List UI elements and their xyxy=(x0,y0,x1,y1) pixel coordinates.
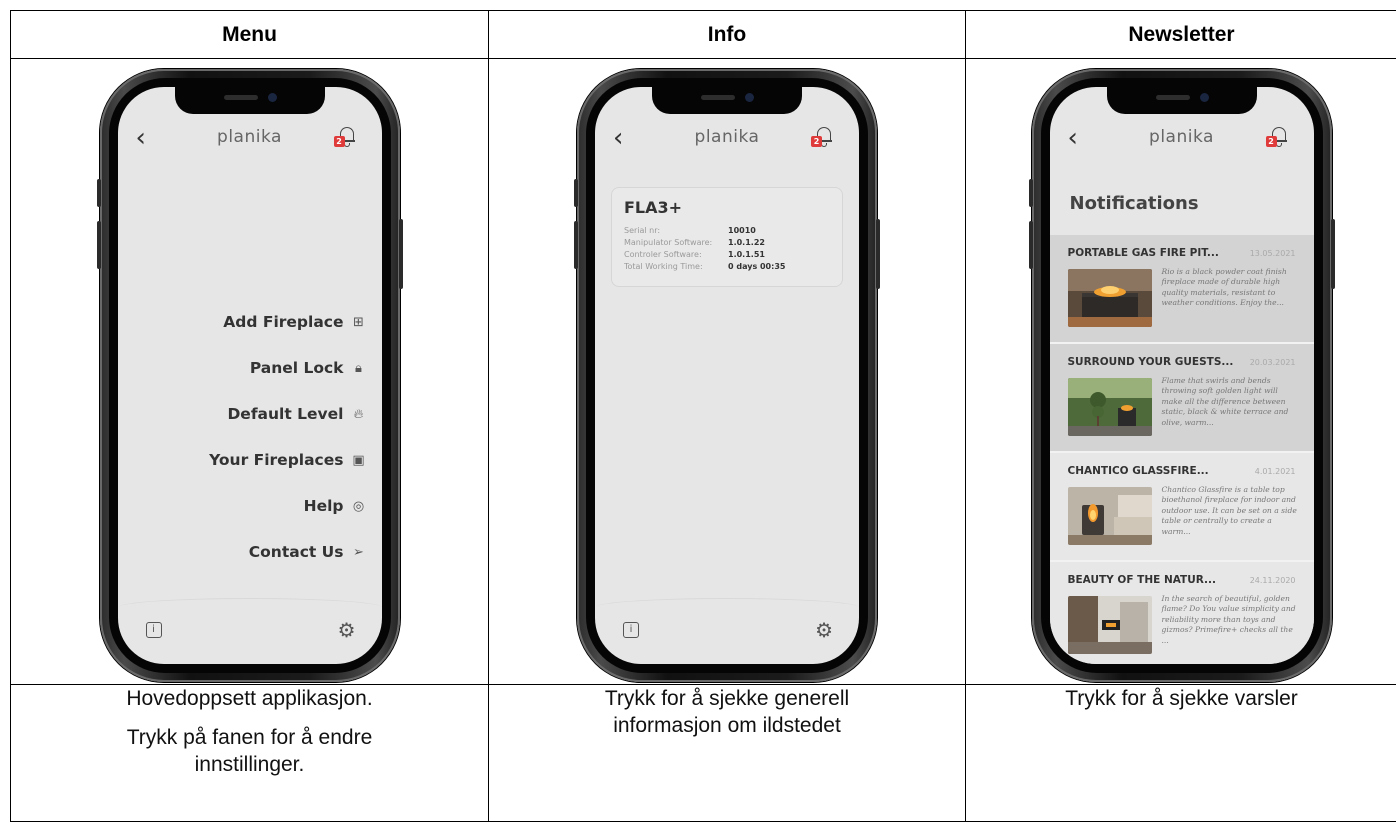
menu-item-label: Panel Lock xyxy=(249,359,344,377)
notification-thumbnail xyxy=(1067,269,1152,327)
notification-excerpt: Chantico Glassfire is a table top bioeth… xyxy=(1161,485,1297,536)
document-table: Menu Info Newsletter ‹ planika 2 Add Fir… xyxy=(10,10,1396,822)
device-model: FLA3+ xyxy=(624,198,683,217)
menu-item-label: Contact Us xyxy=(248,543,344,561)
add-box-icon: ⊞ xyxy=(353,314,364,330)
menu-item-add-fireplace[interactable]: Add Fireplace ⊞ xyxy=(209,299,365,345)
notification-item[interactable]: PORTABLE GAS FIRE PIT... 13.05.2021 Rio … xyxy=(1049,235,1314,344)
header-row: Menu Info Newsletter xyxy=(10,10,1396,59)
notifications-list: PORTABLE GAS FIRE PIT... 13.05.2021 Rio … xyxy=(1049,235,1314,664)
info-icon[interactable]: i xyxy=(145,622,162,638)
info-row-serial: Serial nr: 10010 xyxy=(624,226,756,235)
notification-excerpt: In the search of beautiful, golden flame… xyxy=(1161,594,1296,645)
menu-item-label: Add Fireplace xyxy=(223,313,344,331)
notification-excerpt: Rio is a black powder coat finish firepl… xyxy=(1161,267,1287,308)
notification-date: 4.01.2021 xyxy=(1254,467,1296,476)
notification-thumbnail xyxy=(1067,378,1152,436)
app-screen-notifications: ‹ planika 2 Notifications PORTABLE GAS F… xyxy=(1049,87,1314,664)
info-row-working-time: Total Working Time: 0 days 00:35 xyxy=(624,262,786,271)
notification-thumbnail xyxy=(1067,596,1152,654)
app-screen-menu: ‹ planika 2 Add Fireplace ⊞ Panel Lock 🔒… xyxy=(117,87,382,664)
caption-info: Trykk for å sjekke generell informasjon … xyxy=(488,684,966,822)
notifications-title: Notifications xyxy=(1069,193,1199,214)
phone-notch xyxy=(1106,87,1257,114)
notification-title: SURROUND YOUR GUESTS... xyxy=(1067,356,1234,368)
phone-side-button xyxy=(876,219,880,289)
menu-item-label: Your Fireplaces xyxy=(209,451,344,469)
column-header-newsletter: Newsletter xyxy=(965,10,1396,59)
notification-title: PORTABLE GAS FIRE PIT... xyxy=(1067,247,1219,259)
info-icon[interactable]: i xyxy=(623,622,639,638)
lock-icon: 🔒︎ xyxy=(355,360,362,376)
screens-row: ‹ planika 2 Add Fireplace ⊞ Panel Lock 🔒… xyxy=(10,58,1396,685)
notification-thumbnail xyxy=(1067,487,1152,545)
menu-list: Add Fireplace ⊞ Panel Lock 🔒︎ Default Le… xyxy=(209,299,365,575)
device-info-card: FLA3+ Serial nr: 10010 Manipulator Softwa… xyxy=(611,187,843,287)
column-header-info: Info xyxy=(488,10,966,59)
phone-side-button xyxy=(96,221,101,269)
phone-side-button xyxy=(574,179,578,207)
phone-side-button xyxy=(1330,219,1335,289)
phone-frame: ‹ planika 2 FLA3+ Serial nr: 10010 Manip… xyxy=(574,69,880,682)
notification-title: BEAUTY OF THE NATUR... xyxy=(1067,574,1217,586)
phone-frame: ‹ planika 2 Add Fireplace ⊞ Panel Lock 🔒… xyxy=(96,69,403,682)
column-header-menu: Menu xyxy=(10,10,489,59)
phone-side-button xyxy=(1028,179,1033,207)
notification-badge: 2 xyxy=(333,136,345,147)
notification-title: CHANTICO GLASSFIRE... xyxy=(1067,465,1209,477)
notification-excerpt: Flame that swirls and bends throwing sof… xyxy=(1161,376,1289,427)
lifebuoy-icon: ◎ xyxy=(352,498,365,514)
menu-item-default-level[interactable]: Default Level 🔥︎ xyxy=(209,391,365,437)
notification-badge: 2 xyxy=(1265,136,1277,147)
notification-date: 13.05.2021 xyxy=(1249,249,1296,258)
notification-date: 24.11.2020 xyxy=(1249,576,1296,585)
captions-row: Hovedoppsett applikasjon. Trykk på fanen… xyxy=(10,684,1396,822)
phone-side-button xyxy=(96,179,101,207)
bottom-bar: i ⚙ xyxy=(595,598,859,650)
gear-icon[interactable]: ⚙ xyxy=(338,618,356,642)
phone-side-button xyxy=(574,221,578,269)
bottom-bar: i ⚙ xyxy=(117,598,382,650)
menu-item-label: Help xyxy=(303,497,344,515)
app-header: ‹ planika 2 xyxy=(1050,119,1314,159)
gear-icon[interactable]: ⚙ xyxy=(815,618,833,642)
notification-item[interactable]: SURROUND YOUR GUESTS... 20.03.2021 Flame… xyxy=(1049,344,1314,453)
app-screen-info: ‹ planika 2 FLA3+ Serial nr: 10010 Manip… xyxy=(595,87,859,664)
notification-item[interactable]: BEAUTY OF THE NATUR... 24.11.2020 In the… xyxy=(1049,562,1314,664)
notification-date: 20.03.2021 xyxy=(1249,358,1296,367)
bell-icon[interactable]: 2 xyxy=(333,125,356,149)
caption-text: Trykk for å sjekke generell informasjon … xyxy=(604,687,850,737)
fireplace-icon: ▣ xyxy=(352,452,365,468)
newsletter-screen-cell: ‹ planika 2 Notifications PORTABLE GAS F… xyxy=(965,58,1396,685)
info-screen-cell: ‹ planika 2 FLA3+ Serial nr: 10010 Manip… xyxy=(488,58,966,685)
phone-side-button xyxy=(1028,221,1033,269)
caption-text: Trykk for å sjekke varsler xyxy=(1065,687,1298,710)
phone-notch xyxy=(174,87,325,114)
send-icon: ➢ xyxy=(353,544,364,560)
caption-newsletter: Trykk for å sjekke varsler xyxy=(965,684,1396,822)
bell-icon[interactable]: 2 xyxy=(811,125,833,149)
info-row-manipulator: Manipulator Software: 1.0.1.22 xyxy=(624,238,765,247)
bell-icon[interactable]: 2 xyxy=(1265,125,1288,149)
caption-text: Hovedoppsett applikasjon. xyxy=(126,687,373,710)
menu-item-your-fireplaces[interactable]: Your Fireplaces ▣ xyxy=(209,437,365,483)
info-row-controller: Controler Software: 1.0.1.51 xyxy=(624,250,765,259)
caption-menu: Hovedoppsett applikasjon. Trykk på fanen… xyxy=(10,684,489,822)
phone-side-button xyxy=(398,219,403,289)
menu-screen-cell: ‹ planika 2 Add Fireplace ⊞ Panel Lock 🔒… xyxy=(10,58,489,685)
phone-notch xyxy=(652,87,802,114)
app-header: ‹ planika 2 xyxy=(595,119,859,159)
menu-item-contact-us[interactable]: Contact Us ➢ xyxy=(209,529,365,575)
menu-item-label: Default Level xyxy=(227,405,344,423)
app-header: ‹ planika 2 xyxy=(118,119,382,159)
menu-item-help[interactable]: Help ◎ xyxy=(209,483,365,529)
notification-item[interactable]: CHANTICO GLASSFIRE... 4.01.2021 Chantico… xyxy=(1049,453,1314,562)
menu-item-panel-lock[interactable]: Panel Lock 🔒︎ xyxy=(209,345,365,391)
caption-text: Trykk på fanen for å endre innstillinger… xyxy=(126,726,373,776)
flame-icon: 🔥︎ xyxy=(353,406,364,422)
notification-badge: 2 xyxy=(811,136,822,147)
phone-frame: ‹ planika 2 Notifications PORTABLE GAS F… xyxy=(1028,69,1335,682)
